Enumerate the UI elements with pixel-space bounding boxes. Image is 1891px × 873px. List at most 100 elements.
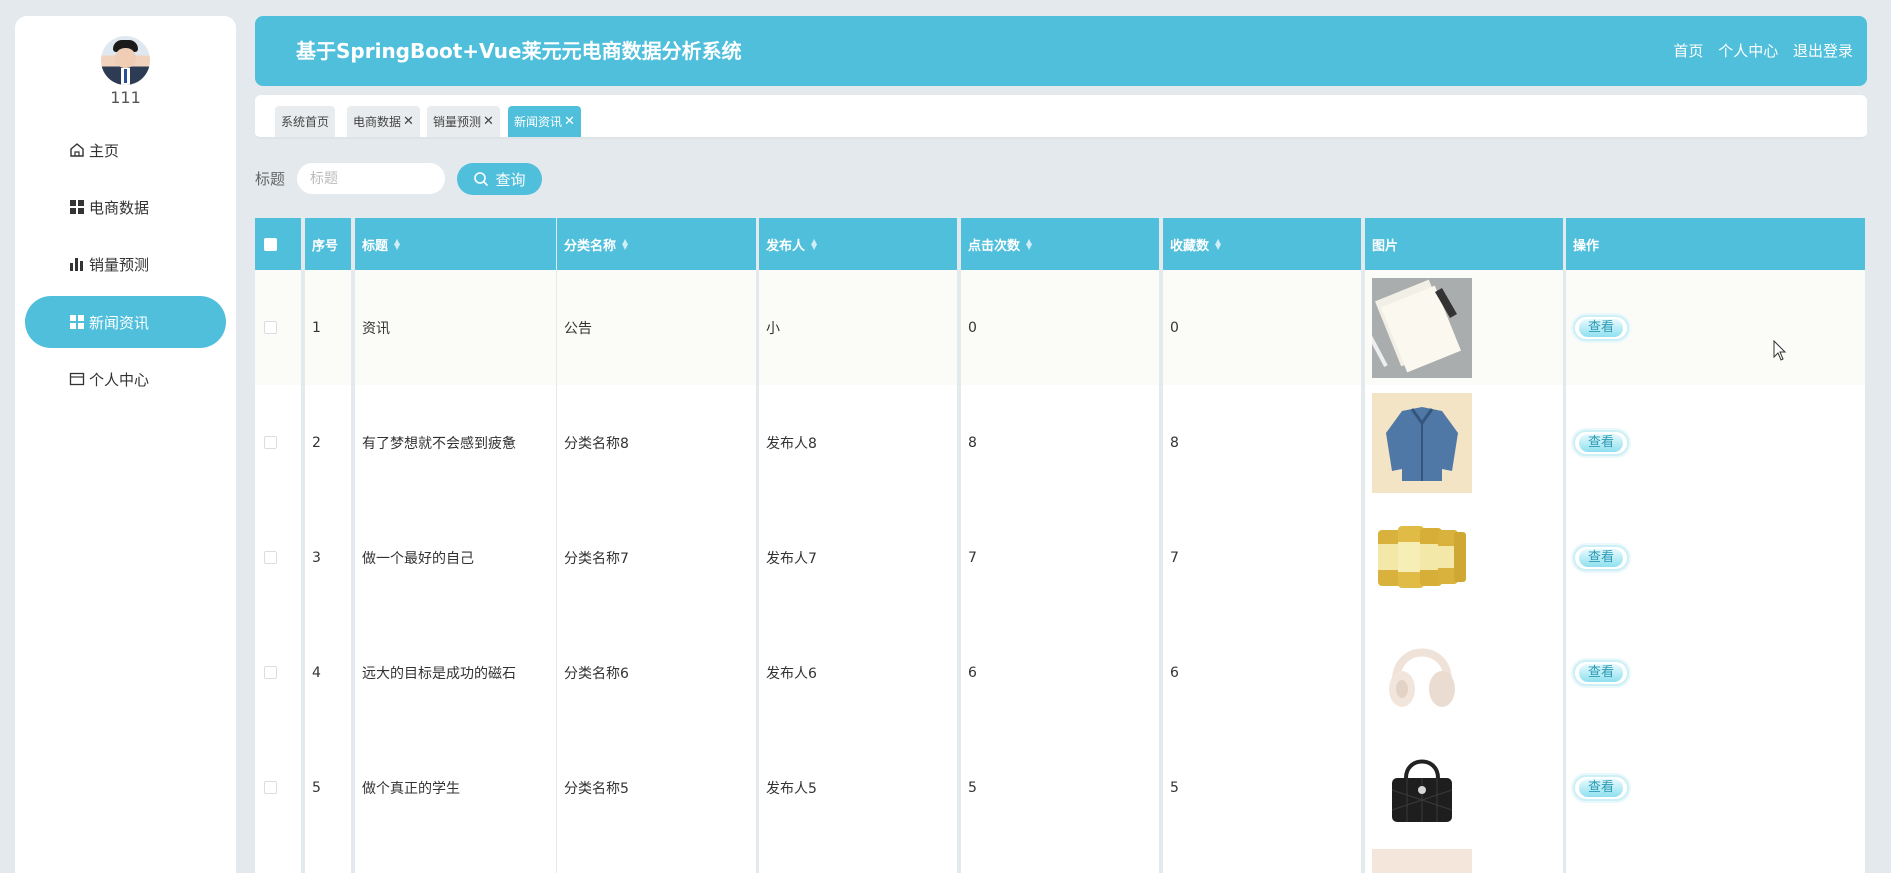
column-label: 图片 — [1372, 238, 1399, 254]
view-button[interactable]: 查看 — [1573, 659, 1629, 686]
query-button[interactable]: 查询 — [457, 163, 542, 195]
column-header-publisher[interactable]: 发布人 ▲ ▼ — [759, 218, 957, 270]
personal-center-link[interactable]: 个人中心 — [1718, 42, 1778, 60]
username: 111 — [110, 88, 141, 107]
tab-label: 新闻资讯 — [514, 115, 563, 129]
view-button[interactable]: 查看 — [1573, 774, 1629, 801]
favorites-cell: 6 — [1163, 615, 1361, 730]
sidebar-item-personal-center[interactable]: 个人中心 — [25, 353, 226, 405]
sidebar-item-home[interactable]: 主页 — [25, 124, 226, 176]
sidebar-item-label: 新闻资讯 — [89, 313, 150, 332]
category-cell: 分类名称6 — [557, 615, 756, 730]
tab-system-home[interactable]: 系统首页 — [275, 106, 336, 137]
sidebar-item-news[interactable]: 新闻资讯 — [25, 296, 226, 348]
column-label: 标题 — [362, 238, 389, 254]
index-cell: 3 — [305, 500, 351, 615]
notebook-image — [1372, 277, 1472, 378]
sidebar-item-ecommerce-data[interactable]: 电商数据 — [25, 181, 226, 233]
clicks-cell: 8 — [961, 385, 1159, 500]
tab-ecommerce-data[interactable]: 电商数据 ✕ — [347, 106, 420, 137]
favorites-cell: 8 — [1163, 385, 1361, 500]
grid-icon — [69, 314, 85, 330]
tab-news[interactable]: 新闻资讯 ✕ — [508, 106, 581, 137]
category-cell: 分类名称8 — [557, 385, 756, 500]
clicks-cell — [961, 845, 1159, 873]
view-button-label: 查看 — [1579, 548, 1623, 567]
title-cell: 资讯 — [355, 270, 556, 385]
clicks-cell: 5 — [961, 730, 1159, 845]
column-label: 发布人 — [766, 238, 806, 254]
milk-powder-cans-image — [1372, 507, 1472, 608]
row-checkbox[interactable] — [264, 436, 277, 449]
view-button[interactable]: 查看 — [1573, 544, 1629, 571]
avatar[interactable] — [101, 36, 150, 85]
logout-link[interactable]: 退出登录 — [1793, 42, 1853, 60]
row-checkbox-cell — [255, 615, 301, 730]
select-all-checkbox[interactable] — [264, 237, 277, 251]
image-cell — [1365, 385, 1563, 500]
row-checkbox-cell — [255, 270, 301, 385]
tab-bar: 系统首页 电商数据 ✕ 销量预测 ✕ 新闻资讯 ✕ — [255, 95, 1867, 139]
close-icon[interactable]: ✕ — [483, 114, 494, 129]
close-icon[interactable]: ✕ — [564, 114, 575, 129]
handbag-image — [1372, 737, 1472, 838]
clicks-cell: 7 — [961, 500, 1159, 615]
grid-icon — [69, 199, 85, 215]
sort-icon[interactable]: ▲ ▼ — [1215, 238, 1221, 251]
header-links: 首页 个人中心 退出登录 — [1663, 16, 1853, 86]
row-checkbox[interactable] — [264, 321, 277, 334]
tab-sales-forecast[interactable]: 销量预测 ✕ — [427, 106, 500, 137]
publisher-cell — [759, 845, 957, 873]
image-cell — [1365, 500, 1563, 615]
column-header-category[interactable]: 分类名称 ▲ ▼ — [557, 218, 756, 270]
row-checkbox[interactable] — [264, 551, 277, 564]
favorites-cell: 7 — [1163, 500, 1361, 615]
table-row: 1 资讯 公告 小 0 0 查看 — [255, 270, 1865, 385]
home-icon — [69, 142, 85, 158]
image-cell — [1365, 730, 1563, 845]
column-header-index: 序号 — [305, 218, 351, 270]
sidebar-item-sales-forecast[interactable]: 销量预测 — [25, 238, 226, 290]
action-cell — [1566, 845, 1865, 873]
publisher-cell: 发布人7 — [759, 500, 957, 615]
close-icon[interactable]: ✕ — [403, 114, 414, 129]
column-header-title[interactable]: 标题 ▲ ▼ — [355, 218, 556, 270]
sort-icon[interactable]: ▲ ▼ — [1026, 238, 1032, 251]
column-header-image: 图片 — [1365, 218, 1563, 270]
view-button-label: 查看 — [1579, 778, 1623, 797]
table-row: 2 有了梦想就不会感到疲惫 分类名称8 发布人8 8 8 查看 — [255, 385, 1865, 500]
action-cell: 查看 — [1566, 730, 1865, 845]
table-row — [255, 845, 1865, 873]
column-label: 收藏数 — [1170, 238, 1210, 254]
view-button[interactable]: 查看 — [1573, 429, 1629, 456]
favorites-cell: 0 — [1163, 270, 1361, 385]
view-button[interactable]: 查看 — [1573, 314, 1629, 341]
search-icon — [473, 171, 489, 187]
tab-label: 销量预测 — [433, 115, 482, 129]
card-icon — [69, 371, 85, 387]
table-header: 序号 标题 ▲ ▼ 分类名称 ▲ ▼ 发布人 ▲ ▼ 点击次数 ▲ ▼ 收藏数 ▲ ▼ 图片 操作 — [255, 218, 1865, 270]
bar-chart-icon — [69, 256, 85, 272]
column-header-favorites[interactable]: 收藏数 ▲ ▼ — [1163, 218, 1361, 270]
row-checkbox[interactable] — [264, 781, 277, 794]
sort-icon[interactable]: ▲ ▼ — [394, 238, 400, 251]
sort-icon[interactable]: ▲ ▼ — [622, 238, 628, 251]
title-search-input[interactable] — [297, 163, 445, 194]
app-title: 基于SpringBoot+Vue莱元元电商数据分析系统 — [296, 39, 742, 63]
title-cell: 做个真正的学生 — [355, 730, 556, 845]
mouse-cursor-icon — [1773, 339, 1787, 366]
denim-jacket-image — [1372, 392, 1472, 493]
column-header-clicks[interactable]: 点击次数 ▲ ▼ — [961, 218, 1159, 270]
view-button-label: 查看 — [1579, 663, 1623, 682]
title-cell: 远大的目标是成功的磁石 — [355, 615, 556, 730]
sort-icon[interactable]: ▲ ▼ — [811, 238, 817, 251]
sidebar-item-label: 电商数据 — [89, 198, 150, 217]
publisher-cell: 发布人5 — [759, 730, 957, 845]
home-link[interactable]: 首页 — [1673, 42, 1703, 60]
image-cell — [1365, 270, 1563, 385]
category-cell — [557, 845, 756, 873]
column-label: 序号 — [312, 238, 339, 254]
row-checkbox[interactable] — [264, 666, 277, 679]
index-cell — [305, 845, 351, 873]
index-cell: 2 — [305, 385, 351, 500]
